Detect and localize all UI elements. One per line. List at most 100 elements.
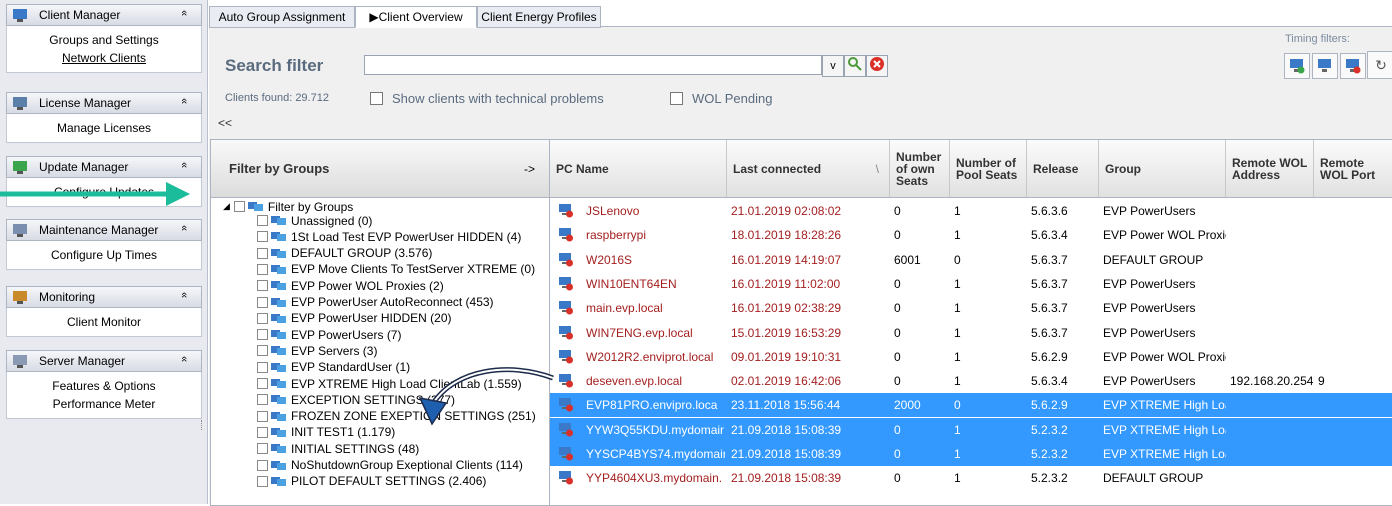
tree-node[interactable]: 1St Load Test EVP PowerUser HIDDEN (4)	[257, 230, 521, 244]
tree-checkbox[interactable]	[257, 215, 268, 226]
sidebar-item-configure-up-times[interactable]: Configure Up Times	[7, 246, 201, 264]
tree-checkbox[interactable]	[257, 280, 268, 292]
table-row[interactable]: WIN10ENT64EN 16.01.2019 11:02:00 0 1 5.6.3.7…	[550, 272, 1392, 296]
column-header-remote-wol-port[interactable]: Remote WOL Port	[1314, 140, 1392, 197]
table-row[interactable]: JSLenovo 21.01.2019 02:08:02 0 1 5.6.3.6 EVP …	[550, 199, 1392, 223]
tab-client-energy-profiles[interactable]: Client Energy Profiles	[477, 6, 601, 28]
tree-checkbox[interactable]	[257, 296, 268, 308]
tree-node[interactable]: EVP PowerUser HIDDEN (20)	[257, 311, 452, 325]
timing-filter-green-icon[interactable]	[1284, 53, 1310, 79]
sidebar-item-configure-updates[interactable]: Configure Updates	[7, 183, 201, 201]
cell-own-seats: 6001	[894, 252, 921, 267]
sidebar-item-client-monitor[interactable]: Client Monitor	[7, 313, 201, 331]
refresh-icon[interactable]: ↻	[1367, 51, 1392, 79]
table-row[interactable]: raspberrypi 18.01.2019 18:28:26 0 1 5.6.3.4 E…	[550, 223, 1392, 247]
sidebar-splitter[interactable]	[201, 420, 206, 430]
tree-node[interactable]: PILOT DEFAULT SETTINGS (2.406)	[257, 474, 486, 488]
table-row[interactable]: WIN7ENG.evp.local 15.01.2019 16:53:29 0 1 5.…	[550, 321, 1392, 345]
tree-root-node[interactable]: ◢ Filter by Groups	[223, 200, 353, 214]
expand-triangle-icon[interactable]: ◢	[223, 201, 230, 212]
tree-checkbox[interactable]	[257, 475, 268, 487]
tree-node[interactable]: EVP Power WOL Proxies (2)	[257, 279, 444, 293]
tree-node[interactable]: FROZEN ZONE EXEPTION SETTINGS (251)	[257, 409, 536, 423]
table-row[interactable]: deseven.evp.local 02.01.2019 16:42:06 0 1 5.…	[550, 369, 1392, 393]
sidebar-item-manage-licenses[interactable]: Manage Licenses	[7, 119, 201, 137]
cell-remote-wol-port	[1318, 418, 1392, 442]
collapse-chevron-icon[interactable]: «	[178, 292, 190, 298]
tree-checkbox[interactable]	[233, 201, 245, 212]
client-manager-icon	[11, 7, 31, 23]
tree-node[interactable]: EVP StandardUser (1)	[257, 360, 410, 374]
checkbox-icon[interactable]	[370, 92, 383, 105]
tree-checkbox[interactable]	[257, 459, 268, 471]
sidebar-section-license-manager[interactable]: License Manager «	[6, 92, 202, 114]
tree-checkbox[interactable]	[257, 426, 268, 438]
collapse-chevron-icon[interactable]: «	[178, 98, 190, 104]
sidebar-section-client-manager[interactable]: Client Manager «	[6, 4, 202, 26]
tree-checkbox[interactable]	[257, 378, 268, 389]
clear-search-icon[interactable]	[866, 55, 888, 77]
wol-pending-checkbox[interactable]: WOL Pending	[670, 91, 772, 106]
collapse-chevron-icon[interactable]: «	[178, 162, 190, 168]
tree-checkbox[interactable]	[257, 231, 268, 243]
table-row[interactable]: YYW3Q55KDU.mydomair 21.09.2018 15:08:39 0 1…	[550, 417, 1392, 442]
tab-client-overview[interactable]: ▶Client Overview	[355, 6, 477, 28]
tab-auto-group-assignment[interactable]: Auto Group Assignment	[209, 6, 355, 28]
sidebar-item-features-options[interactable]: Features & Options	[7, 377, 201, 395]
table-row[interactable]: W2016S 16.01.2019 14:19:07 6001 0 5.6.3.7 DEF…	[550, 248, 1392, 272]
column-header-remote-wol-address[interactable]: Remote WOL Address	[1226, 140, 1314, 197]
tree-node[interactable]: INIT TEST1 (1.179)	[257, 425, 395, 439]
tree-checkbox[interactable]	[257, 312, 268, 324]
collapse-chevron-icon[interactable]: «	[178, 356, 190, 362]
sidebar-section-update-manager[interactable]: Update Manager «	[6, 156, 202, 178]
collapse-chevron-icon[interactable]: «	[178, 225, 190, 231]
technical-problems-checkbox[interactable]: Show clients with technical problems	[370, 91, 604, 106]
tree-node[interactable]: Unassigned (0)	[257, 214, 372, 228]
dropdown-button[interactable]: v	[822, 55, 844, 77]
sidebar-item-groups-and-settings[interactable]: Groups and Settings	[7, 31, 201, 49]
tree-checkbox[interactable]	[257, 247, 268, 259]
collapse-chevron-icon[interactable]: «	[178, 10, 190, 16]
cell-remote-wol-port: 9	[1318, 374, 1325, 389]
sidebar-section-monitoring[interactable]: Monitoring «	[6, 286, 202, 308]
tree-checkbox[interactable]	[257, 443, 268, 455]
table-row[interactable]: W2012R2.enviprot.local 09.01.2019 19:10:3…	[550, 345, 1392, 369]
tree-node[interactable]: EVP PowerUsers (7)	[257, 328, 401, 342]
tree-node[interactable]: EXCEPTION SETTINGS (377)	[257, 393, 455, 407]
search-input[interactable]	[364, 55, 822, 75]
tree-checkbox[interactable]	[257, 263, 268, 275]
tree-node[interactable]: EVP PowerUser AutoReconnect (453)	[257, 295, 494, 309]
column-header-pc-name[interactable]: PC Name	[550, 140, 727, 197]
column-header-group[interactable]: Group	[1099, 140, 1226, 197]
tree-node[interactable]: EVP XTREME High Load ClientLab (1.559)	[257, 377, 522, 391]
sidebar-section-server-manager[interactable]: Server Manager «	[6, 350, 202, 372]
monitoring-icon	[11, 289, 31, 305]
column-header-own-seats[interactable]: Number of own Seats	[890, 140, 950, 197]
sidebar-item-performance-meter[interactable]: Performance Meter	[7, 395, 201, 413]
column-header-last-connected[interactable]: Last connected \	[727, 140, 890, 197]
sidebar-section-maintenance-manager[interactable]: Maintenance Manager «	[6, 219, 202, 241]
sidebar-item-network-clients[interactable]: Network Clients	[7, 49, 201, 67]
search-go-icon[interactable]	[844, 55, 866, 77]
tree-node[interactable]: NoShutdownGroup Exeptional Clients (114)	[257, 458, 523, 472]
table-row[interactable]: main.evp.local 16.01.2019 02:38:29 0 1 5.6.3…	[550, 296, 1392, 320]
checkbox-icon[interactable]	[670, 92, 683, 105]
table-row[interactable]: EVP81PRO.envipro.loca 23.11.2018 15:56:44…	[550, 393, 1392, 418]
timing-filter-red-icon[interactable]	[1340, 53, 1366, 79]
tree-checkbox[interactable]	[257, 329, 268, 341]
tree-node[interactable]: DEFAULT GROUP (3.576)	[257, 246, 432, 260]
column-header-pool-seats[interactable]: Number of Pool Seats	[950, 140, 1027, 197]
column-header-release[interactable]: Release	[1027, 140, 1099, 197]
table-row[interactable]: YYSCP4BYS74.mydomair 21.09.2018 15:08:39 0…	[550, 442, 1392, 466]
timing-filter-blue-icon[interactable]	[1312, 53, 1338, 79]
expand-arrow[interactable]: ->	[524, 162, 535, 176]
tree-checkbox[interactable]	[257, 410, 268, 422]
tree-checkbox[interactable]	[257, 345, 268, 357]
tree-node[interactable]: EVP Servers (3)	[257, 344, 377, 358]
table-row[interactable]: YYP4604XU3.mydomain. 21.09.2018 15:08:39 0…	[550, 466, 1392, 490]
tree-checkbox[interactable]	[257, 394, 268, 406]
tree-node[interactable]: INITIAL SETTINGS (48)	[257, 442, 419, 456]
tree-node[interactable]: EVP Move Clients To TestServer XTREME (0…	[257, 262, 535, 276]
tree-checkbox[interactable]	[257, 361, 268, 373]
collapse-panel-button[interactable]: <<	[218, 116, 232, 130]
